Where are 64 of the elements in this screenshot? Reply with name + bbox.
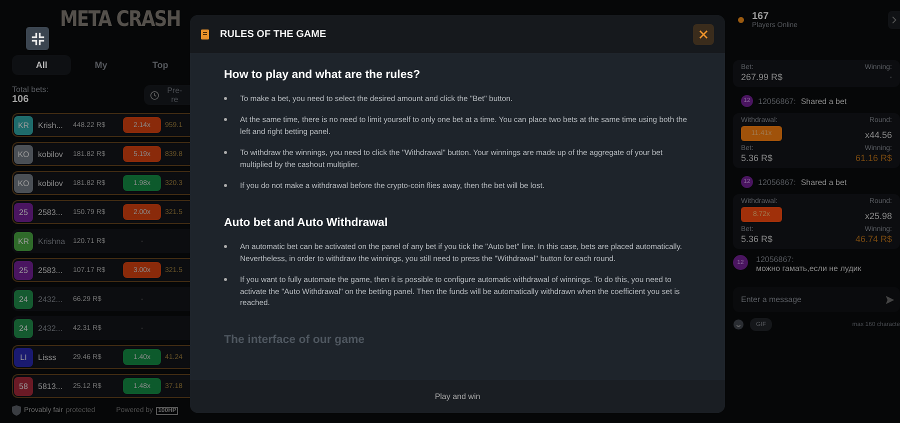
player-name: 2583... xyxy=(38,208,64,217)
avatar: KO xyxy=(14,174,33,193)
player-name: kobilov xyxy=(38,178,64,188)
tab[interactable]: Top xyxy=(130,55,190,76)
avatar: 24 xyxy=(14,318,33,338)
dialog-title: RULES OF THE GAME xyxy=(220,28,328,40)
player-name: Lisss xyxy=(38,352,58,362)
avatar: 58 xyxy=(14,376,33,396)
chat-user: 12056867: xyxy=(758,178,796,186)
chat-message: можно гамать,если не лудик xyxy=(756,264,862,273)
tab[interactable]: My xyxy=(71,55,131,76)
avatar: KO xyxy=(14,144,33,164)
player-name: 2432... xyxy=(38,324,64,333)
bet-value: 5.36 R$ xyxy=(741,153,773,163)
player-name: 2583... xyxy=(38,266,64,275)
logo: META CRASH xyxy=(60,6,180,32)
player-name: Krishna xyxy=(38,236,66,246)
total-bets-label: Total bets: xyxy=(12,85,48,94)
tab[interactable]: All xyxy=(12,55,72,76)
bullet-icon xyxy=(224,184,227,188)
bullet-icon xyxy=(224,97,227,100)
close-icon xyxy=(699,30,708,38)
bet-value: 5.36 R$ xyxy=(741,234,773,244)
player-name: kobilov xyxy=(38,150,64,159)
pre-round-button[interactable]: Pre-re xyxy=(144,85,190,106)
expand-button[interactable] xyxy=(888,11,900,29)
section-heading: How to play and what are the rules? xyxy=(224,69,422,81)
player-name: Krish... xyxy=(38,120,64,130)
bullet-icon xyxy=(224,278,227,282)
close-button[interactable] xyxy=(693,24,714,44)
collapse-button[interactable] xyxy=(26,27,49,50)
round-value: x44.56 xyxy=(864,130,892,140)
play-and-win-button[interactable]: Play and win xyxy=(190,380,725,413)
chevron-right-icon xyxy=(892,16,896,24)
winning-value: 61.16 R$ xyxy=(855,153,892,163)
section-heading: Auto bet and Auto Withdrawal xyxy=(224,217,389,230)
chat-user: 12056867: xyxy=(756,255,795,264)
avatar: LI xyxy=(14,348,33,367)
online-count: 167 xyxy=(752,11,769,22)
bullet-icon xyxy=(224,118,227,122)
message-field[interactable]: Enter a message xyxy=(733,287,900,312)
total-bets-value: 106 xyxy=(12,94,30,106)
bullet-icon xyxy=(224,245,227,248)
chat-user: 12056867: xyxy=(758,96,796,106)
avatar: 25 xyxy=(14,202,33,222)
round-value: x25.98 xyxy=(864,210,892,220)
avatar: 25 xyxy=(14,260,33,280)
avatar: 24 xyxy=(14,290,33,309)
collapse-icon xyxy=(30,32,44,46)
avatar: KR xyxy=(14,116,33,135)
chat-text: Shared a bet xyxy=(800,96,847,106)
bet-value: 267.99 R$ xyxy=(741,72,783,82)
chat-text: Shared a bet xyxy=(800,178,847,186)
player-name: 2432... xyxy=(38,294,64,304)
online-dot xyxy=(738,17,744,23)
document-icon xyxy=(201,28,209,40)
emoji-icon[interactable] xyxy=(733,319,744,330)
avatar: KR xyxy=(14,232,33,251)
winning-value: 46.74 R$ xyxy=(855,234,892,244)
player-name: 5813... xyxy=(38,382,64,391)
bullet-icon xyxy=(224,151,227,154)
shield-icon xyxy=(12,405,21,416)
send-icon[interactable] xyxy=(885,295,895,305)
clock-icon xyxy=(150,90,160,101)
